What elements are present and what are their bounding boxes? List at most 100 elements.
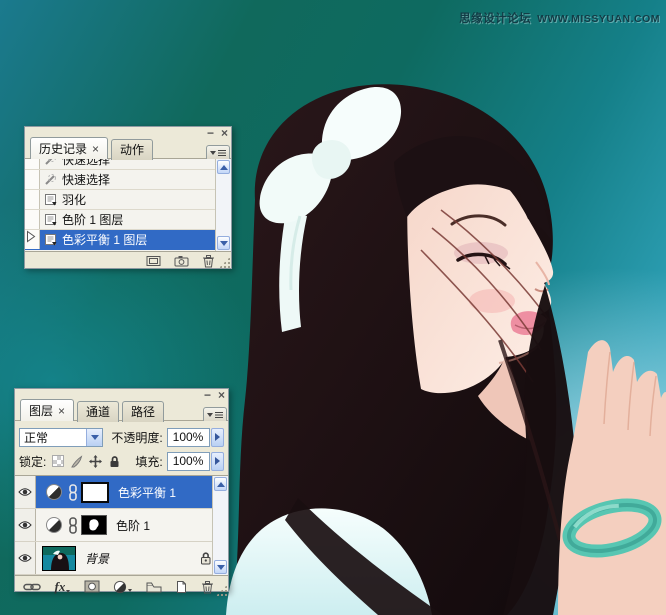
layer-name[interactable]: 背景: [85, 550, 109, 567]
tab-channels[interactable]: 通道: [77, 401, 119, 422]
history-brush-source-checkbox[interactable]: [25, 159, 40, 169]
layers-panel-toolbar: fx: [15, 576, 228, 597]
dropdown-arrow-icon: [66, 590, 70, 593]
history-state-pointer-icon[interactable]: [26, 230, 36, 246]
history-state-row[interactable]: 快速选择: [25, 159, 231, 170]
new-snapshot-camera-button[interactable]: [174, 255, 189, 267]
tab-close-icon[interactable]: ×: [58, 404, 65, 418]
tab-history[interactable]: 历史记录×: [30, 137, 108, 159]
lock-paint-brush-icon[interactable]: [70, 455, 83, 468]
new-document-from-state-button[interactable]: [146, 255, 161, 267]
new-adjustment-layer-button[interactable]: [113, 580, 132, 594]
tab-actions[interactable]: 动作: [111, 139, 153, 160]
minimize-button[interactable]: −: [207, 127, 214, 139]
chevron-down-icon: [220, 241, 228, 246]
fill-input[interactable]: 100%: [167, 452, 210, 471]
opacity-label: 不透明度:: [111, 429, 162, 446]
layer-name[interactable]: 色彩平衡 1: [118, 484, 176, 501]
link-layers-chain-button[interactable]: [23, 582, 41, 592]
lock-label: 锁定:: [19, 453, 46, 470]
panel-menu-arrow-icon: [207, 413, 213, 417]
lock-all-padlock-icon[interactable]: [108, 455, 121, 468]
layer-row-background[interactable]: 背景: [15, 542, 228, 575]
history-state-label: 快速选择: [60, 159, 110, 168]
watermark: 思缘设计论坛 WWW.MISSYUAN.COM: [459, 10, 660, 26]
arrow-right-icon: [215, 457, 220, 465]
delete-layer-trash-button[interactable]: [201, 580, 214, 594]
panel-menu-button[interactable]: [206, 145, 230, 159]
fill-slider-button[interactable]: [211, 452, 224, 471]
chevron-down-icon: [217, 565, 225, 570]
history-state-row-selected[interactable]: 色彩平衡 1 图层: [25, 230, 231, 250]
action-doc-icon: [40, 233, 60, 246]
chevron-up-icon: [220, 165, 228, 170]
visibility-eye-toggle[interactable]: [15, 542, 36, 574]
history-brush-source-checkbox[interactable]: [25, 210, 40, 229]
adjustment-layer-icon[interactable]: [46, 484, 62, 500]
close-button[interactable]: ×: [221, 127, 228, 139]
panel-resize-grip[interactable]: [216, 585, 227, 596]
tab-layers[interactable]: 图层×: [20, 399, 74, 421]
history-state-row[interactable]: 快速选择: [25, 170, 231, 190]
history-brush-source-checkbox[interactable]: [25, 230, 40, 249]
mask-link-chain-icon[interactable]: [68, 484, 78, 501]
scroll-down-button[interactable]: [214, 560, 227, 574]
visibility-eye-toggle[interactable]: [15, 476, 36, 508]
layer-mask-thumbnail-black[interactable]: [81, 515, 107, 535]
panel-resize-grip[interactable]: [219, 257, 230, 268]
layer-style-fx-button[interactable]: fx: [55, 579, 71, 595]
eye-icon: [18, 520, 32, 530]
opacity-input[interactable]: 100%: [167, 428, 210, 447]
adjustment-layer-icon[interactable]: [46, 517, 62, 533]
action-doc-icon: [40, 193, 60, 206]
arrow-right-icon: [215, 433, 220, 441]
history-brush-source-checkbox[interactable]: [25, 170, 40, 189]
add-layer-mask-button[interactable]: [84, 580, 100, 593]
panel-menu-lines-icon: [215, 412, 223, 418]
visibility-eye-toggle[interactable]: [15, 509, 36, 541]
new-layer-button[interactable]: [175, 580, 187, 594]
mask-link-chain-icon[interactable]: [68, 517, 78, 534]
layers-scrollbar[interactable]: [212, 476, 228, 575]
history-brush-source-checkbox[interactable]: [25, 190, 40, 209]
layer-row-color-balance[interactable]: 色彩平衡 1: [15, 476, 228, 509]
layers-controls: 正常 不透明度: 100% 锁定:: [15, 421, 228, 475]
history-state-label: 羽化: [60, 191, 86, 208]
layer-row-levels[interactable]: 色阶 1: [15, 509, 228, 542]
chevron-down-icon: [91, 435, 99, 440]
layer-mask-thumbnail-white[interactable]: [81, 482, 109, 503]
panel-menu-lines-icon: [218, 150, 226, 156]
blend-mode-select[interactable]: 正常: [19, 428, 103, 447]
eye-icon: [18, 487, 32, 497]
blend-mode-dropdown-button[interactable]: [86, 429, 102, 446]
delete-trash-button[interactable]: [202, 254, 215, 268]
minimize-button[interactable]: −: [204, 389, 211, 401]
lock-move-icon[interactable]: [89, 455, 102, 468]
opacity-slider-button[interactable]: [211, 428, 224, 447]
watermark-site-url: WWW.MISSYUAN.COM: [537, 13, 660, 25]
layers-list: 色彩平衡 1 色阶 1: [15, 475, 228, 576]
close-button[interactable]: ×: [218, 389, 225, 401]
tab-paths[interactable]: 路径: [122, 401, 164, 422]
layers-panel: − × 图层× 通道 路径 正常: [14, 388, 229, 592]
fill-label: 填充:: [135, 453, 162, 470]
scroll-up-button[interactable]: [217, 160, 230, 174]
scroll-up-button[interactable]: [214, 477, 227, 491]
scroll-down-button[interactable]: [217, 236, 230, 250]
history-state-label: 色彩平衡 1 图层: [60, 231, 147, 248]
history-state-row[interactable]: 色阶 1 图层: [25, 210, 231, 230]
history-panel: − × 历史记录× 动作 快速选: [24, 126, 232, 269]
tab-close-icon[interactable]: ×: [92, 142, 99, 156]
action-doc-icon: [40, 213, 60, 226]
watermark-site-name: 思缘设计论坛: [459, 13, 531, 25]
chevron-up-icon: [217, 482, 225, 487]
lock-transparency-icon[interactable]: [52, 455, 64, 467]
background-layer-thumbnail[interactable]: [42, 546, 76, 571]
photoshop-canvas: 思缘设计论坛 WWW.MISSYUAN.COM − × 历史记录× 动作: [0, 0, 666, 615]
history-scrollbar[interactable]: [215, 159, 231, 251]
history-state-row[interactable]: 羽化: [25, 190, 231, 210]
panel-menu-button[interactable]: [203, 407, 227, 421]
new-group-folder-button[interactable]: [146, 581, 162, 593]
blend-mode-value: 正常: [24, 429, 48, 446]
layer-name[interactable]: 色阶 1: [116, 517, 150, 534]
